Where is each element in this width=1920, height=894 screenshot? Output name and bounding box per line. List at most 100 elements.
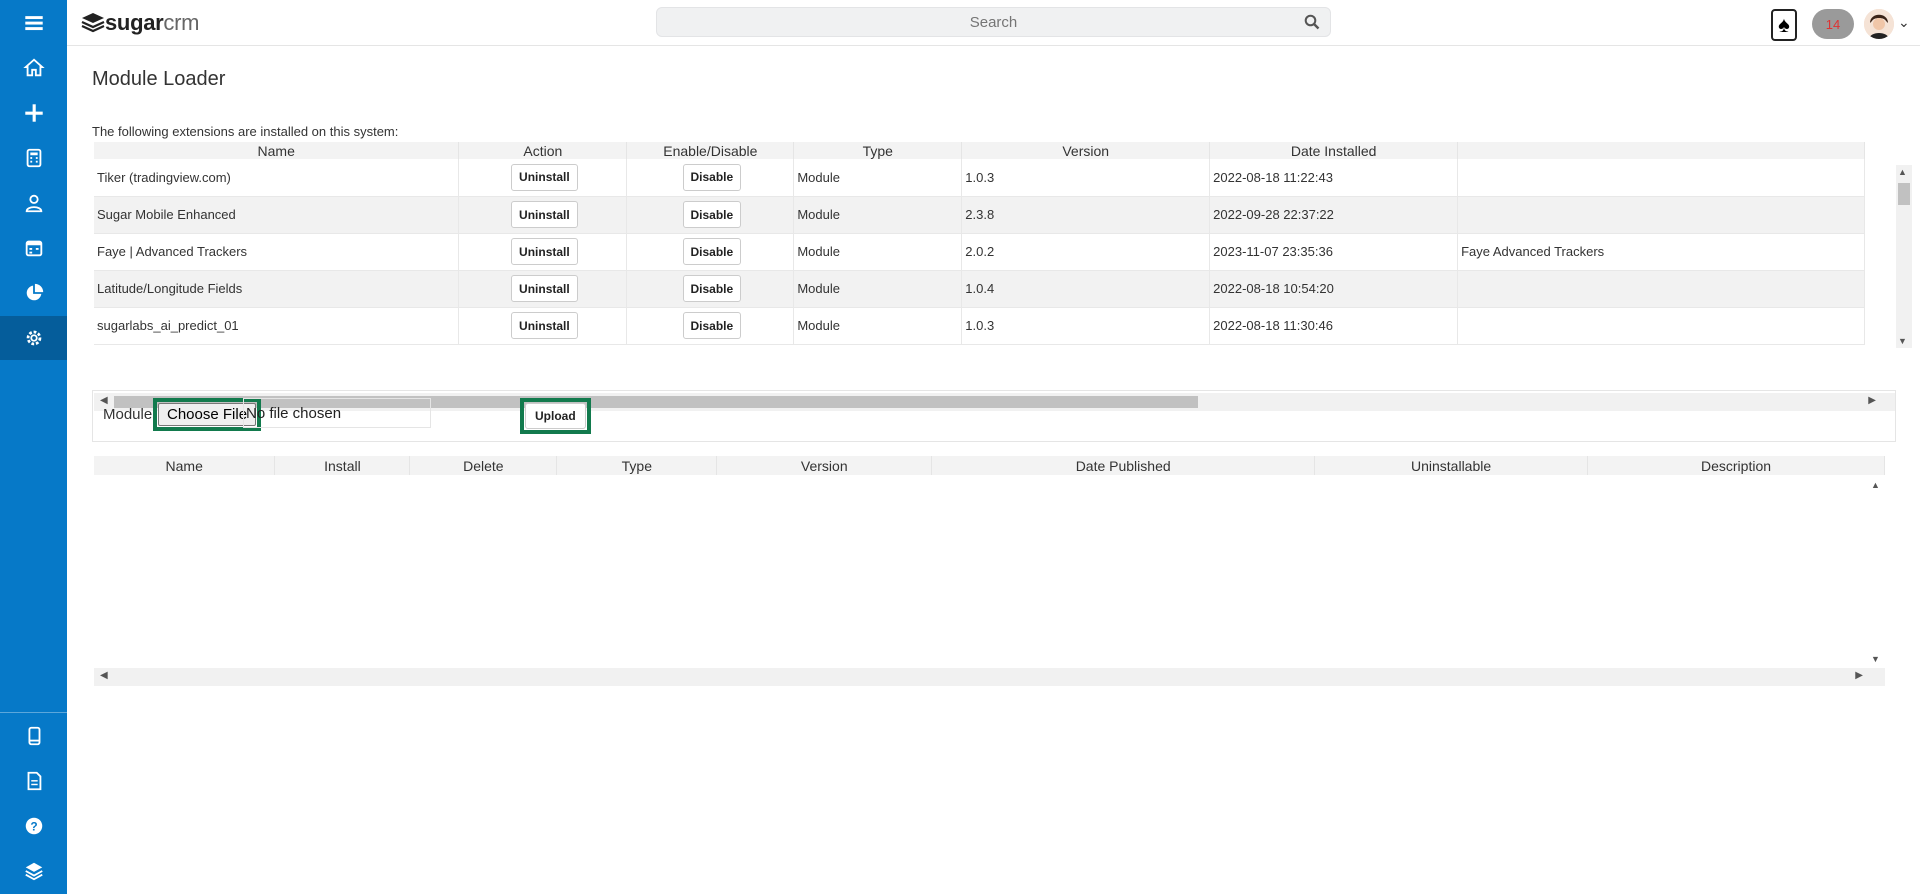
search-icon[interactable] xyxy=(1304,14,1320,30)
column-header[interactable]: Description xyxy=(1587,456,1885,475)
available-packages-table: Name Install Delete Type Version Date Pu… xyxy=(94,456,1885,475)
column-header[interactable]: Action xyxy=(458,142,628,159)
accounts-button[interactable] xyxy=(0,136,67,180)
column-header[interactable]: Name xyxy=(94,142,460,159)
upload-highlight: Upload xyxy=(520,398,591,434)
toggle-cell: Disable xyxy=(626,307,795,345)
calendar-button[interactable] xyxy=(0,226,67,270)
extension-type: Module xyxy=(793,270,963,308)
mobile-button[interactable] xyxy=(0,714,67,758)
extension-type: Module xyxy=(793,307,963,345)
column-header[interactable]: Enable/Disable xyxy=(626,142,795,159)
column-header[interactable]: Date Published xyxy=(931,456,1316,475)
date-installed: 2022-08-18 11:30:46 xyxy=(1209,307,1459,345)
notifications-badge[interactable]: 14 xyxy=(1812,9,1854,39)
choose-file-button[interactable]: Choose File xyxy=(158,403,257,426)
scroll-down-icon[interactable]: ▼ xyxy=(1871,654,1880,664)
main-content: Module Loader The following extensions a… xyxy=(67,46,1920,894)
date-installed: 2023-11-07 23:35:36 xyxy=(1209,233,1459,271)
user-photo-icon xyxy=(1864,9,1894,39)
column-header[interactable]: Install xyxy=(274,456,411,475)
spade-card-icon[interactable]: ♠ xyxy=(1771,9,1797,41)
sugarcrm-logo[interactable]: sugarcrm xyxy=(81,10,199,36)
scroll-left-icon[interactable]: ◀ xyxy=(100,670,108,681)
scroll-up-icon[interactable]: ▲ xyxy=(1898,167,1907,177)
upload-button[interactable]: Upload xyxy=(525,403,586,429)
extension-description xyxy=(1457,196,1865,234)
table-header-row: Name Install Delete Type Version Date Pu… xyxy=(94,456,1885,475)
uninstall-button[interactable]: Uninstall xyxy=(511,163,578,191)
top-bar: sugarcrm ♠ 14 ⌄ xyxy=(67,0,1920,46)
toggle-cell: Disable xyxy=(626,196,795,234)
search-input[interactable] xyxy=(657,8,1330,36)
layers-icon xyxy=(24,862,43,881)
layers-button[interactable] xyxy=(0,849,67,893)
quick-create-button[interactable] xyxy=(0,91,67,135)
extension-version: 2.0.2 xyxy=(961,233,1211,271)
logo-cube-icon xyxy=(81,13,105,33)
action-cell: Uninstall xyxy=(458,196,628,234)
column-header[interactable]: Type xyxy=(793,142,963,159)
user-icon xyxy=(25,194,42,213)
disable-button[interactable]: Disable xyxy=(682,238,742,265)
disable-button[interactable]: Disable xyxy=(682,163,742,191)
global-search[interactable] xyxy=(656,7,1331,37)
horizontal-scrollbar[interactable]: ◀ ▶ xyxy=(94,668,1885,686)
document-icon xyxy=(27,771,41,791)
scroll-up-icon[interactable]: ▲ xyxy=(1871,480,1880,490)
installed-caption: The following extensions are installed o… xyxy=(92,124,399,139)
column-header[interactable]: Name xyxy=(94,456,276,475)
help-icon: ? xyxy=(25,817,42,835)
extension-version: 1.0.3 xyxy=(961,159,1211,197)
column-header[interactable]: Date Installed xyxy=(1209,142,1459,159)
table-row: Tiker (tradingview.com) Uninstall Disabl… xyxy=(94,159,1865,197)
scroll-down-icon[interactable]: ▼ xyxy=(1898,336,1907,346)
vertical-scrollbar[interactable]: ▲ ▼ xyxy=(1869,476,1885,668)
calculator-icon xyxy=(26,148,41,168)
extension-type: Module xyxy=(793,196,963,234)
admin-button[interactable] xyxy=(0,316,67,360)
column-header[interactable]: Delete xyxy=(409,456,558,475)
contacts-button[interactable] xyxy=(0,181,67,225)
help-button[interactable]: ? xyxy=(0,804,67,848)
documents-button[interactable] xyxy=(0,759,67,803)
vertical-scrollbar[interactable]: ▲ ▼ xyxy=(1896,165,1912,348)
action-cell: Uninstall xyxy=(458,270,628,308)
toggle-cell: Disable xyxy=(626,270,795,308)
extension-description: Faye Advanced Trackers xyxy=(1457,233,1865,271)
plus-icon xyxy=(24,104,43,122)
action-cell: Uninstall xyxy=(458,159,628,197)
extension-type: Module xyxy=(793,233,963,271)
column-header[interactable]: Version xyxy=(961,142,1211,159)
avatar[interactable] xyxy=(1864,9,1894,39)
installed-extensions-panel: Name Action Enable/Disable Type Version … xyxy=(94,142,1912,411)
sidebar: ? xyxy=(0,0,67,894)
uninstall-button[interactable]: Uninstall xyxy=(511,238,578,265)
home-button[interactable] xyxy=(0,46,67,90)
extension-description xyxy=(1457,159,1865,197)
uninstall-button[interactable]: Uninstall xyxy=(511,312,578,339)
gear-icon xyxy=(26,330,41,346)
extension-name: Latitude/Longitude Fields xyxy=(94,270,460,308)
home-icon xyxy=(22,58,45,77)
disable-button[interactable]: Disable xyxy=(682,312,742,339)
column-header[interactable]: Type xyxy=(556,456,718,475)
table-header-row: Name Action Enable/Disable Type Version … xyxy=(94,142,1865,159)
scrollbar-thumb[interactable] xyxy=(1898,183,1910,205)
scroll-right-icon[interactable]: ▶ xyxy=(1855,670,1863,681)
reports-button[interactable] xyxy=(0,271,67,315)
disable-button[interactable]: Disable xyxy=(682,275,742,302)
column-header[interactable]: Version xyxy=(716,456,933,475)
date-installed: 2022-08-18 10:54:20 xyxy=(1209,270,1459,308)
column-header[interactable]: Uninstallable xyxy=(1314,456,1589,475)
chevron-down-icon[interactable]: ⌄ xyxy=(1898,14,1910,31)
disable-button[interactable]: Disable xyxy=(682,201,742,228)
uninstall-button[interactable]: Uninstall xyxy=(511,275,578,302)
extension-description xyxy=(1457,307,1865,345)
table-row: sugarlabs_ai_predict_01 Uninstall Disabl… xyxy=(94,307,1865,345)
uninstall-button[interactable]: Uninstall xyxy=(511,201,578,228)
extension-name: Tiker (tradingview.com) xyxy=(94,159,460,197)
menu-button[interactable] xyxy=(0,1,67,45)
page-title: Module Loader xyxy=(92,68,226,90)
toggle-cell: Disable xyxy=(626,233,795,271)
